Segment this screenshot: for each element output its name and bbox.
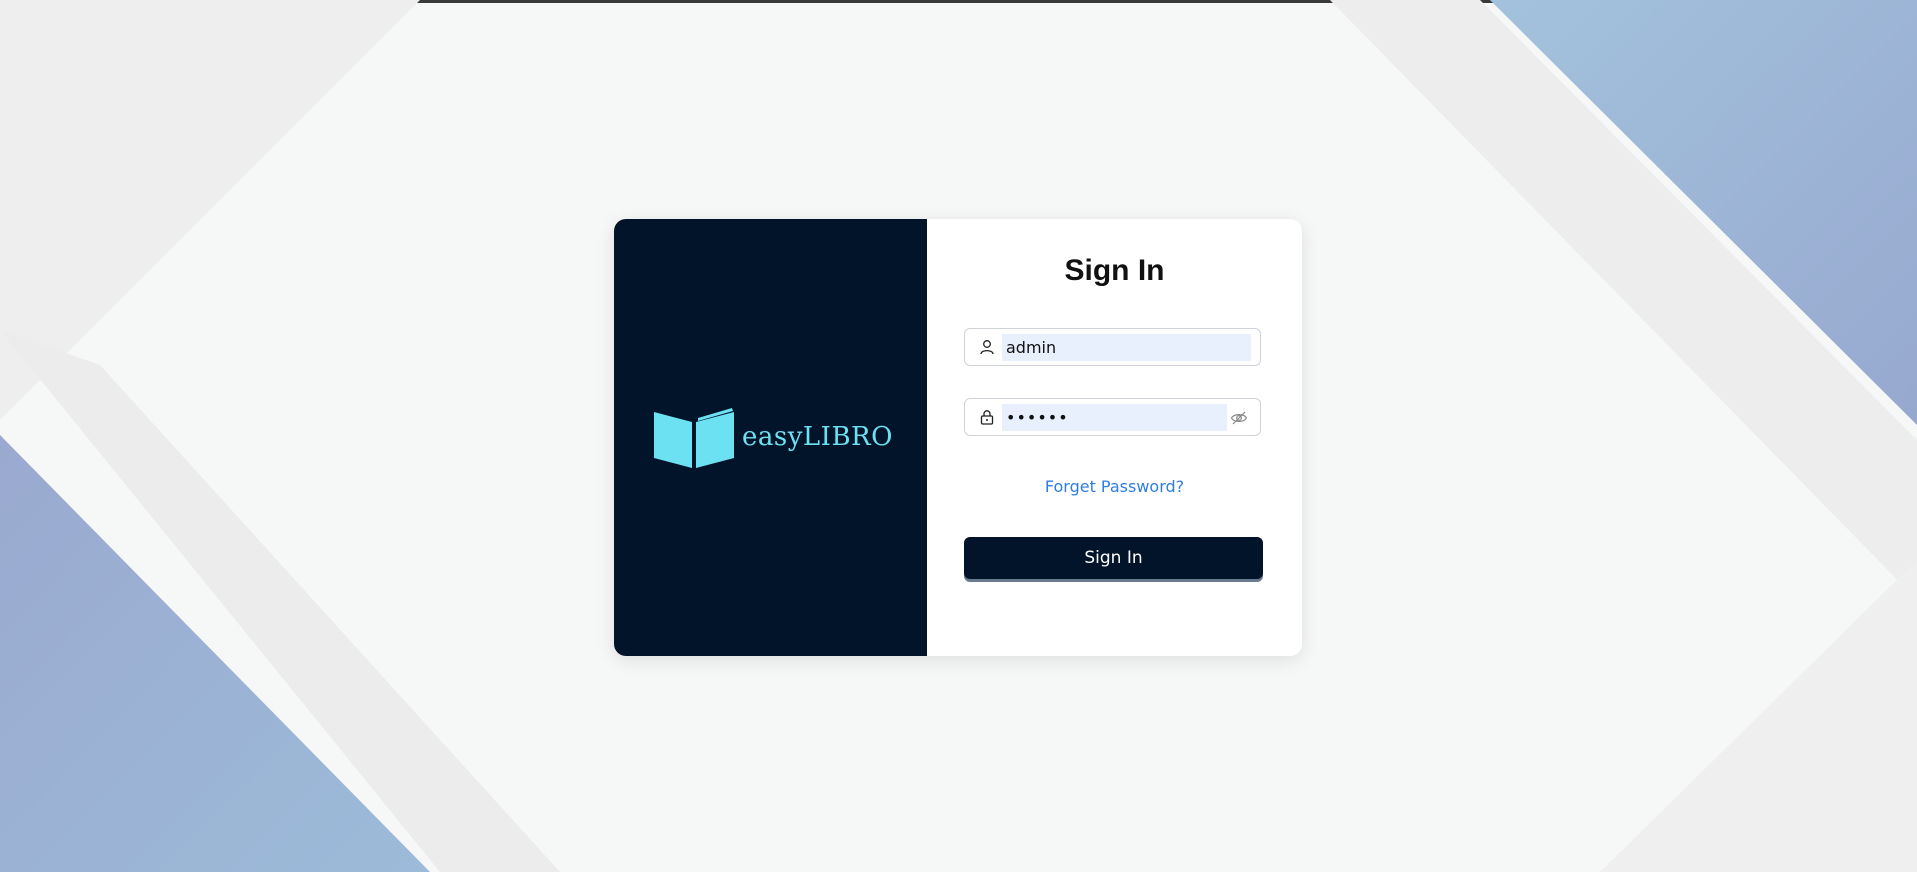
login-card: easyLIBRO Sign In admin •••••• Forget Pa… (614, 219, 1302, 656)
username-input[interactable]: admin (1002, 334, 1251, 361)
sign-in-button[interactable]: Sign In (964, 537, 1263, 579)
username-field[interactable]: admin (964, 328, 1261, 366)
lock-icon (980, 410, 994, 425)
page-title: Sign In (1064, 254, 1165, 287)
forgot-password-link[interactable]: Forget Password? (927, 477, 1302, 496)
password-field[interactable]: •••••• (964, 398, 1261, 436)
brand-panel: easyLIBRO (614, 219, 927, 656)
eye-slash-icon[interactable] (1230, 409, 1248, 427)
open-book-icon (654, 408, 734, 468)
login-page: easyLIBRO Sign In admin •••••• Forget Pa… (0, 0, 1917, 872)
password-input[interactable]: •••••• (1002, 404, 1227, 431)
brand-name: easyLIBRO (742, 422, 893, 452)
brand-logo: easyLIBRO (652, 406, 893, 468)
user-icon (980, 340, 994, 355)
